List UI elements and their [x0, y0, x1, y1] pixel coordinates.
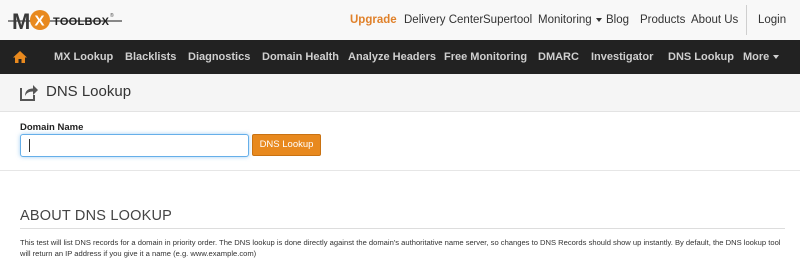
topnav-blog[interactable]: Blog — [606, 0, 629, 40]
nav-domain-health[interactable]: Domain Health — [262, 40, 339, 74]
upgrade-link[interactable]: Upgrade — [350, 14, 397, 26]
nav-blacklists[interactable]: Blacklists — [125, 40, 176, 74]
delivery-center-link[interactable]: Delivery Center — [404, 14, 483, 26]
dns-lookup-button[interactable]: DNS Lookup — [252, 134, 321, 156]
chevron-down-icon — [595, 18, 602, 22]
about-heading: ABOUT DNS LOOKUP — [20, 208, 172, 224]
home-icon[interactable] — [12, 50, 28, 64]
nav-home[interactable] — [0, 40, 40, 74]
chevron-down-icon — [773, 55, 780, 60]
about-rule — [20, 228, 785, 229]
topnav-supertool[interactable]: Supertool — [483, 0, 532, 40]
nav-investigator[interactable]: Investigator — [591, 40, 653, 74]
svg-text:X: X — [35, 13, 45, 30]
nav-free-monitoring[interactable]: Free Monitoring — [444, 40, 527, 74]
supertool-link[interactable]: Supertool — [483, 14, 532, 26]
content-divider — [0, 170, 800, 171]
topnav-login[interactable]: Login — [758, 0, 786, 40]
topnav-delivery-center[interactable]: Delivery Center — [404, 0, 483, 40]
nav-more[interactable]: More — [743, 40, 780, 74]
page-title: DNS Lookup — [46, 83, 132, 100]
nav-dns-lookup[interactable]: DNS Lookup — [668, 40, 734, 74]
svg-text:®: ® — [110, 12, 114, 19]
products-link[interactable]: Products — [640, 14, 685, 26]
nav-analyze-headers[interactable]: Analyze Headers — [348, 40, 436, 74]
monitoring-link[interactable]: Monitoring — [538, 14, 592, 26]
nav-dmarc[interactable]: DMARC — [538, 40, 579, 74]
svg-text:M: M — [12, 9, 30, 34]
nav-diagnostics[interactable]: Diagnostics — [188, 40, 250, 74]
blog-link[interactable]: Blog — [606, 14, 629, 26]
main-navbar: MX Lookup Blacklists Diagnostics Domain … — [0, 40, 800, 74]
svg-text:TOOLBOX: TOOLBOX — [53, 16, 110, 28]
topnav-upgrade[interactable]: Upgrade — [350, 0, 397, 40]
topnav-products[interactable]: Products — [640, 0, 685, 40]
nav-mx-lookup[interactable]: MX Lookup — [54, 40, 113, 74]
text-cursor — [29, 139, 30, 152]
nav-more-label: More — [743, 51, 770, 63]
share-arrow-icon — [20, 85, 38, 101]
header-divider — [746, 5, 747, 35]
page-title-bar: DNS Lookup — [0, 74, 800, 112]
topnav-about-us[interactable]: About Us — [691, 0, 738, 40]
login-link[interactable]: Login — [758, 14, 786, 26]
domain-name-label: Domain Name — [20, 122, 84, 133]
about-us-link[interactable]: About Us — [691, 14, 738, 26]
top-header: M X TOOLBOX ® Upgrade Delivery Center Su… — [0, 0, 800, 40]
about-text: This test will list DNS records for a do… — [20, 238, 781, 258]
topnav-monitoring[interactable]: Monitoring — [538, 0, 602, 40]
domain-name-input[interactable] — [20, 134, 249, 157]
mxtoolbox-logo[interactable]: M X TOOLBOX ® — [6, 3, 124, 37]
